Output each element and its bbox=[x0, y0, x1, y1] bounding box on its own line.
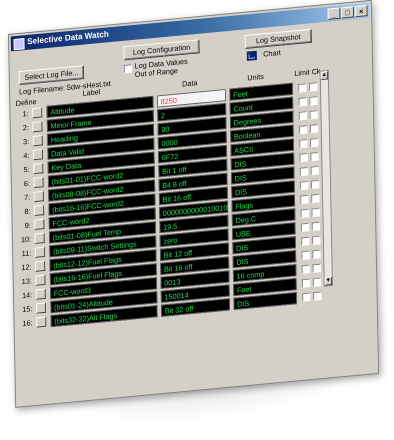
log-out-of-range-checkbox[interactable] bbox=[124, 64, 132, 73]
limit-check-checkbox[interactable] bbox=[309, 82, 317, 91]
limit-check-checkbox[interactable] bbox=[311, 180, 319, 189]
define-button[interactable] bbox=[34, 191, 44, 202]
row-number: 5: bbox=[13, 165, 29, 175]
limit-check-checkbox[interactable] bbox=[299, 139, 307, 148]
limit-check-checkbox[interactable] bbox=[300, 181, 308, 190]
row-number: 8: bbox=[14, 207, 30, 217]
limit-check-checkbox[interactable] bbox=[299, 111, 307, 120]
row-number: 16: bbox=[16, 319, 32, 329]
limit-check-checkbox[interactable] bbox=[312, 222, 320, 231]
row-number: 14: bbox=[16, 291, 32, 301]
limit-check-checkbox[interactable] bbox=[298, 83, 306, 92]
column-header-units: Units bbox=[247, 72, 264, 82]
log-filename-label: Log Filename: bbox=[19, 84, 65, 97]
close-button[interactable]: × bbox=[355, 5, 368, 17]
limit-check-checkbox[interactable] bbox=[310, 110, 318, 119]
chart-label: Chart bbox=[263, 48, 281, 58]
limit-check-checkbox[interactable] bbox=[301, 237, 309, 246]
limit-check-checkbox[interactable] bbox=[311, 166, 319, 175]
limit-check-checkbox[interactable] bbox=[301, 223, 309, 232]
minimize-button[interactable]: _ bbox=[328, 7, 341, 19]
column-header-data: Data bbox=[182, 79, 197, 89]
define-button[interactable] bbox=[34, 219, 44, 230]
define-button[interactable] bbox=[35, 247, 45, 258]
limit-check-checkbox[interactable] bbox=[310, 152, 318, 161]
define-button[interactable] bbox=[33, 149, 43, 160]
row-number: 9: bbox=[14, 221, 30, 231]
limit-check-checkbox[interactable] bbox=[311, 194, 319, 203]
chart-icon[interactable] bbox=[247, 51, 257, 61]
row-number: 12: bbox=[15, 263, 31, 273]
row-number: 1: bbox=[12, 109, 28, 119]
limit-check-checkbox[interactable] bbox=[299, 125, 307, 134]
define-button[interactable] bbox=[36, 303, 46, 314]
scroll-down-arrow[interactable]: ▼ bbox=[325, 277, 332, 286]
row-number: 11: bbox=[15, 249, 31, 259]
row-number: 2: bbox=[12, 123, 28, 133]
define-button[interactable] bbox=[36, 316, 46, 327]
row-number: 7: bbox=[14, 193, 30, 203]
define-button[interactable] bbox=[35, 261, 45, 272]
define-button[interactable] bbox=[33, 135, 43, 146]
limit-check-checkbox[interactable] bbox=[302, 265, 310, 274]
limit-check-checkbox[interactable] bbox=[310, 138, 318, 147]
maximize-button[interactable]: □ bbox=[341, 6, 354, 18]
log-snapshot-button[interactable]: Log Snapshot bbox=[245, 29, 312, 49]
app-icon bbox=[14, 38, 25, 50]
limit-check-checkbox[interactable] bbox=[300, 195, 308, 204]
limit-check-checkbox[interactable] bbox=[298, 97, 306, 106]
log-configuration-button[interactable]: Log Configuration bbox=[123, 39, 199, 60]
window-controls: _□× bbox=[327, 5, 368, 20]
limit-check-checkbox[interactable] bbox=[313, 292, 321, 301]
row-number: 3: bbox=[13, 137, 29, 147]
define-button[interactable] bbox=[36, 289, 46, 300]
column-header-limit-check: Limit Ck bbox=[294, 67, 320, 78]
define-button[interactable] bbox=[33, 177, 43, 188]
define-button[interactable] bbox=[32, 107, 42, 118]
row-number: 13: bbox=[15, 277, 31, 287]
limit-check-checkbox[interactable] bbox=[302, 279, 310, 288]
row-number: 4: bbox=[13, 151, 29, 161]
row-number: 10: bbox=[15, 235, 31, 245]
limit-check-checkbox[interactable] bbox=[300, 153, 308, 162]
limit-check-checkbox[interactable] bbox=[313, 264, 321, 273]
column-header-label: Label bbox=[83, 88, 101, 98]
limit-check-checkbox[interactable] bbox=[312, 236, 320, 245]
define-button[interactable] bbox=[32, 121, 42, 132]
limit-check-checkbox[interactable] bbox=[309, 96, 317, 105]
limit-check-checkbox[interactable] bbox=[302, 293, 310, 302]
define-button[interactable] bbox=[34, 205, 44, 216]
row-number: 6: bbox=[14, 179, 30, 189]
define-button[interactable] bbox=[35, 233, 45, 244]
define-button[interactable] bbox=[35, 275, 45, 286]
limit-check-checkbox[interactable] bbox=[301, 209, 309, 218]
column-header-define: Define bbox=[16, 97, 37, 107]
limit-check-checkbox[interactable] bbox=[313, 278, 321, 287]
vertical-scrollbar[interactable]: ▲ ▼ bbox=[320, 70, 333, 287]
limit-check-checkbox[interactable] bbox=[310, 124, 318, 133]
limit-check-checkbox[interactable] bbox=[300, 167, 308, 176]
limit-check-checkbox[interactable] bbox=[312, 250, 320, 259]
window-title: Selective Data Watch bbox=[27, 29, 109, 46]
limit-check-checkbox[interactable] bbox=[301, 251, 309, 260]
row-number: 15: bbox=[16, 305, 32, 315]
scroll-up-arrow[interactable]: ▲ bbox=[321, 71, 328, 80]
define-button[interactable] bbox=[33, 163, 43, 174]
limit-check-checkbox[interactable] bbox=[311, 208, 319, 217]
selective-data-watch-window: Selective Data Watch _□× Log Configurati… bbox=[8, 0, 379, 408]
